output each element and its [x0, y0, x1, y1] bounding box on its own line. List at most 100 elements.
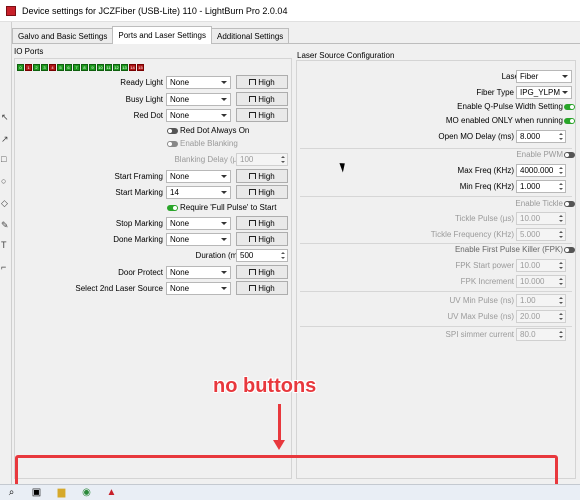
spin-down-icon[interactable]	[559, 283, 563, 285]
spin-down-icon[interactable]	[559, 302, 563, 304]
tab-ports-laser[interactable]: Ports and Laser Settings	[112, 26, 212, 44]
stop-marking-select[interactable]: None	[166, 217, 231, 230]
pulse-icon	[249, 189, 257, 195]
spi-simmer-value: 80.0	[520, 330, 536, 339]
spin-down-icon[interactable]	[559, 172, 563, 174]
duration-input[interactable]: 500	[236, 249, 288, 262]
spin-down-icon[interactable]	[559, 267, 563, 269]
mo-enabled-toggle[interactable]	[564, 118, 575, 124]
spin-down-icon[interactable]	[559, 236, 563, 238]
red-dot-select[interactable]: None	[166, 109, 231, 122]
enable-q-pulse-toggle[interactable]	[564, 104, 575, 110]
select-2nd-laser-high-button[interactable]: High	[236, 281, 288, 295]
uv-max-label: UV Max Pulse (ns)	[447, 312, 514, 321]
high-label: High	[258, 110, 275, 120]
uv-max-input[interactable]: 20.00	[516, 310, 566, 323]
busy-light-high-button[interactable]: High	[236, 92, 288, 106]
spin-up-icon[interactable]	[559, 215, 563, 217]
red-dot-high-button[interactable]: High	[236, 108, 288, 122]
tickle-freq-value: 5.000	[520, 230, 541, 239]
spin-up-icon[interactable]	[559, 231, 563, 233]
high-label: High	[258, 171, 275, 181]
enable-blanking-toggle[interactable]	[167, 141, 178, 147]
fpk-increment-input[interactable]: 10.000	[516, 275, 566, 288]
io-led: 14	[129, 64, 136, 71]
spin-up-icon[interactable]	[281, 156, 285, 158]
start-framing-high-button[interactable]: High	[236, 169, 288, 183]
high-label: High	[258, 187, 275, 197]
fpk-start-input[interactable]: 10.00	[516, 259, 566, 272]
tickle-pulse-label: Tickle Pulse (µs)	[455, 214, 514, 223]
task-view-icon[interactable]: ▣	[31, 487, 42, 498]
spin-up-icon[interactable]	[559, 313, 563, 315]
ports-laser-panel: IO Ports 0 1 2 3 4 5 6 7 8 9 10 11 12 13…	[12, 43, 580, 484]
spi-simmer-input[interactable]: 80.0	[516, 328, 566, 341]
uv-min-value: 1.00	[520, 296, 536, 305]
uv-min-input[interactable]: 1.00	[516, 294, 566, 307]
blanking-delay-value: 100	[240, 155, 254, 164]
enable-q-pulse-label: Enable Q-Pulse Width Setting	[457, 102, 563, 111]
done-marking-label: Done Marking	[113, 235, 163, 244]
pulse-icon	[249, 285, 257, 291]
search-icon[interactable]: ⌕	[6, 487, 17, 498]
spin-up-icon[interactable]	[559, 331, 563, 333]
start-marking-high-button[interactable]: High	[236, 185, 288, 199]
uv-min-label: UV Min Pulse (ns)	[449, 296, 514, 305]
tool-icon: ○	[1, 176, 7, 186]
spin-down-icon[interactable]	[559, 138, 563, 140]
spin-up-icon[interactable]	[281, 252, 285, 254]
chrome-icon[interactable]: ◉	[81, 487, 92, 498]
spin-down-icon[interactable]	[281, 161, 285, 163]
chevron-down-icon	[221, 81, 227, 84]
spin-down-icon[interactable]	[559, 318, 563, 320]
lightburn-taskbar-icon[interactable]: ▲	[106, 487, 117, 498]
done-marking-select[interactable]: None	[166, 233, 231, 246]
require-full-pulse-toggle[interactable]	[167, 205, 178, 211]
select-2nd-laser-select[interactable]: None	[166, 282, 231, 295]
spin-up-icon[interactable]	[559, 133, 563, 135]
enable-tickle-toggle[interactable]	[564, 201, 575, 207]
tab-galvo-basic[interactable]: Galvo and Basic Settings	[12, 28, 114, 44]
lightburn-app-icon	[6, 5, 16, 16]
max-freq-input[interactable]: 4000.000	[516, 164, 566, 177]
chevron-down-icon	[562, 91, 568, 94]
enable-fpk-toggle[interactable]	[564, 247, 575, 253]
enable-fpk-label: Enable First Pulse Killer (FPK)	[454, 245, 563, 254]
divider	[300, 326, 572, 327]
spin-up-icon[interactable]	[559, 297, 563, 299]
divider	[300, 243, 572, 244]
blanking-delay-input[interactable]: 100	[236, 153, 288, 166]
laser-type-select[interactable]: Fiber	[516, 70, 572, 83]
done-marking-high-button[interactable]: High	[236, 232, 288, 246]
spin-down-icon[interactable]	[559, 220, 563, 222]
busy-light-select[interactable]: None	[166, 93, 231, 106]
spin-up-icon[interactable]	[559, 262, 563, 264]
tool-icon: □	[1, 154, 7, 164]
tickle-pulse-input[interactable]: 10.00	[516, 212, 566, 225]
spin-up-icon[interactable]	[559, 278, 563, 280]
spin-down-icon[interactable]	[559, 336, 563, 338]
ready-light-select[interactable]: None	[166, 76, 231, 89]
file-explorer-icon[interactable]: ▆	[56, 487, 67, 498]
spin-up-icon[interactable]	[559, 183, 563, 185]
spin-down-icon[interactable]	[559, 188, 563, 190]
start-framing-select[interactable]: None	[166, 170, 231, 183]
ready-light-high-button[interactable]: High	[236, 75, 288, 89]
stop-marking-value: None	[170, 219, 190, 228]
stop-marking-high-button[interactable]: High	[236, 216, 288, 230]
min-freq-input[interactable]: 1.000	[516, 180, 566, 193]
window-title: Device settings for JCZFiber (USB-Lite) …	[22, 5, 288, 16]
red-dot-always-on-toggle[interactable]	[167, 128, 178, 134]
door-protect-select[interactable]: None	[166, 266, 231, 279]
tickle-freq-input[interactable]: 5.000	[516, 228, 566, 241]
fiber-type-select[interactable]: IPG_YLPM	[516, 86, 572, 99]
chevron-down-icon	[221, 222, 227, 225]
spin-down-icon[interactable]	[281, 257, 285, 259]
start-marking-select[interactable]: 14	[166, 186, 231, 199]
enable-pwm-toggle[interactable]	[564, 152, 575, 158]
spin-up-icon[interactable]	[559, 167, 563, 169]
tab-additional[interactable]: Additional Settings	[211, 28, 290, 44]
select-2nd-laser-label: Select 2nd Laser Source	[75, 284, 163, 293]
open-mo-delay-input[interactable]: 8.000	[516, 130, 566, 143]
door-protect-high-button[interactable]: High	[236, 265, 288, 279]
